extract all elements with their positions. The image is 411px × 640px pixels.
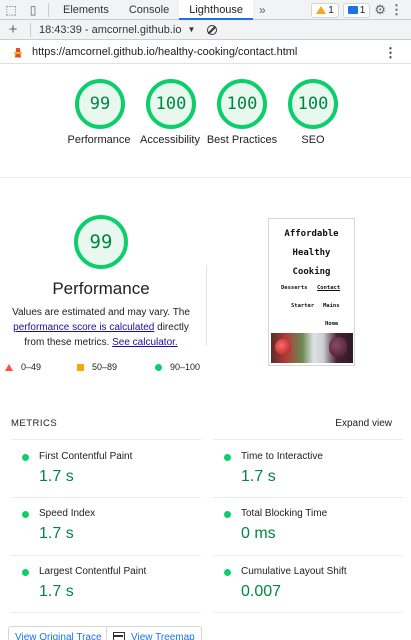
new-report-icon[interactable]: + xyxy=(0,21,26,38)
thumbnail-hero-image xyxy=(271,333,353,363)
legend-pass: 90–100 xyxy=(155,362,200,372)
metrics-heading: METRICS xyxy=(11,418,58,429)
legend-average: 50–89 xyxy=(77,362,117,372)
pass-circle-icon xyxy=(22,511,29,518)
warnings-count: 1 xyxy=(328,4,334,16)
expand-view-toggle[interactable]: Expand view xyxy=(335,418,392,429)
chevron-down-icon[interactable]: ▼ xyxy=(187,25,195,34)
toolbar-divider xyxy=(48,2,49,17)
circle-icon xyxy=(155,363,162,371)
seo-gauge[interactable]: 100 xyxy=(288,79,338,129)
report-menu-icon[interactable]: ⋮ xyxy=(384,45,397,61)
button-label: View Original Trace xyxy=(15,631,102,640)
legend-fail-label: 0–49 xyxy=(21,362,42,372)
warnings-badge[interactable]: 1 xyxy=(311,2,339,18)
tab-lighthouse[interactable]: Lighthouse xyxy=(179,0,254,20)
gauge-score: 99 xyxy=(89,94,111,114)
see-calculator-link[interactable]: See calculator. xyxy=(112,337,178,348)
metric-divider xyxy=(213,555,403,556)
thumbnail-nav-item: Contact xyxy=(317,285,341,291)
metric-divider xyxy=(11,497,201,498)
metric-name: Total Blocking Time xyxy=(241,508,328,519)
metric-value: 1.7 s xyxy=(39,525,74,542)
metric-name: Largest Contentful Paint xyxy=(39,566,147,577)
more-tabs-icon[interactable]: » xyxy=(253,3,272,17)
section-divider xyxy=(0,177,411,178)
thumbnail-title-line: Healthy xyxy=(292,248,331,258)
metric-divider xyxy=(213,612,403,613)
metric-value: 0.007 xyxy=(241,583,282,600)
thumbnail-title-line: Affordable xyxy=(284,229,339,239)
pass-circle-icon xyxy=(224,454,231,461)
report-url-bar: https://amcornel.github.io/healthy-cooki… xyxy=(0,40,411,64)
pass-circle-icon xyxy=(224,511,231,518)
view-treemap-button[interactable]: View Treemap xyxy=(106,626,202,640)
page-screenshot-thumbnail[interactable]: Affordable Healthy Cooking Desserts Cont… xyxy=(268,218,355,366)
gauge-score: 100 xyxy=(297,94,329,114)
report-selector-bar: + 18:43:39 - amcornel.github.io ▼ xyxy=(0,20,411,40)
legend-fail: 0–49 xyxy=(5,362,41,372)
gauge-score: 100 xyxy=(155,94,187,114)
thumbnail-nav-item: Starter xyxy=(291,303,315,309)
thumbnail-nav-item: Mains xyxy=(323,303,340,309)
performance-gauge[interactable]: 99 xyxy=(75,79,125,129)
metric-divider xyxy=(11,612,201,613)
performance-score-gauge: 99 xyxy=(74,215,128,269)
legend-pass-label: 90–100 xyxy=(170,362,201,372)
lighthouse-logo-icon xyxy=(12,46,24,58)
toolbar-divider xyxy=(30,22,31,37)
performance-description: Values are estimated and may vary. The p… xyxy=(8,305,194,350)
metric-name: Cumulative Layout Shift xyxy=(241,566,347,577)
devtools-tabbar: ⬚ ▯ Elements Console Lighthouse » 1 1 ⚙ … xyxy=(0,0,411,20)
performance-score-link[interactable]: performance score is calculated xyxy=(13,322,154,333)
metric-name: Speed Index xyxy=(39,508,96,519)
best-practices-gauge[interactable]: 100 xyxy=(217,79,267,129)
inspect-element-icon[interactable]: ⬚ xyxy=(0,0,22,20)
metric-value: 1.7 s xyxy=(39,583,74,600)
kebab-menu-icon[interactable]: ⋮ xyxy=(390,2,403,18)
metric-value: 0 ms xyxy=(241,525,276,542)
metric-divider xyxy=(11,439,201,440)
tab-console[interactable]: Console xyxy=(119,0,179,20)
pass-circle-icon xyxy=(224,569,231,576)
report-select[interactable]: 18:43:39 - amcornel.github.io xyxy=(35,24,181,36)
pass-circle-icon xyxy=(22,569,29,576)
description-text: Values are estimated and may vary. The xyxy=(12,307,190,318)
device-toolbar-icon[interactable]: ▯ xyxy=(22,0,44,20)
message-icon xyxy=(347,6,358,14)
thumbnail-nav-item: Home xyxy=(325,321,339,327)
warning-icon xyxy=(316,6,327,14)
metric-name: First Contentful Paint xyxy=(39,451,133,462)
view-original-trace-button[interactable]: View Original Trace xyxy=(8,626,109,640)
metric-divider xyxy=(213,497,403,498)
performance-title: Performance xyxy=(52,279,150,298)
devtools-right-controls: 1 1 ⚙ ⋮ xyxy=(311,0,411,20)
messages-count: 1 xyxy=(359,4,366,16)
treemap-icon xyxy=(113,632,125,640)
performance-score: 99 xyxy=(89,231,113,253)
vertical-divider xyxy=(206,265,207,345)
metric-name: Time to Interactive xyxy=(241,451,323,462)
gauge-score: 100 xyxy=(226,94,258,114)
gear-icon[interactable]: ⚙ xyxy=(374,2,386,18)
metric-divider xyxy=(11,555,201,556)
accessibility-gauge[interactable]: 100 xyxy=(146,79,196,129)
clear-reports-icon[interactable] xyxy=(207,24,218,35)
report-url[interactable]: https://amcornel.github.io/healthy-cooki… xyxy=(32,46,297,58)
button-label: View Treemap xyxy=(131,631,195,640)
metric-divider xyxy=(213,439,403,440)
thumbnail-title: Affordable Healthy Cooking xyxy=(269,225,354,282)
pass-circle-icon xyxy=(22,454,29,461)
metric-value: 1.7 s xyxy=(39,468,74,485)
legend-average-label: 50–89 xyxy=(92,362,118,372)
tab-elements[interactable]: Elements xyxy=(53,0,119,20)
metric-value: 1.7 s xyxy=(241,468,276,485)
gauge-label[interactable]: SEO xyxy=(268,133,358,148)
square-icon xyxy=(77,363,84,371)
triangle-icon xyxy=(5,363,13,371)
thumbnail-nav-item: Desserts xyxy=(281,285,308,291)
messages-badge[interactable]: 1 xyxy=(342,2,371,18)
thumbnail-title-line: Cooking xyxy=(292,267,331,277)
